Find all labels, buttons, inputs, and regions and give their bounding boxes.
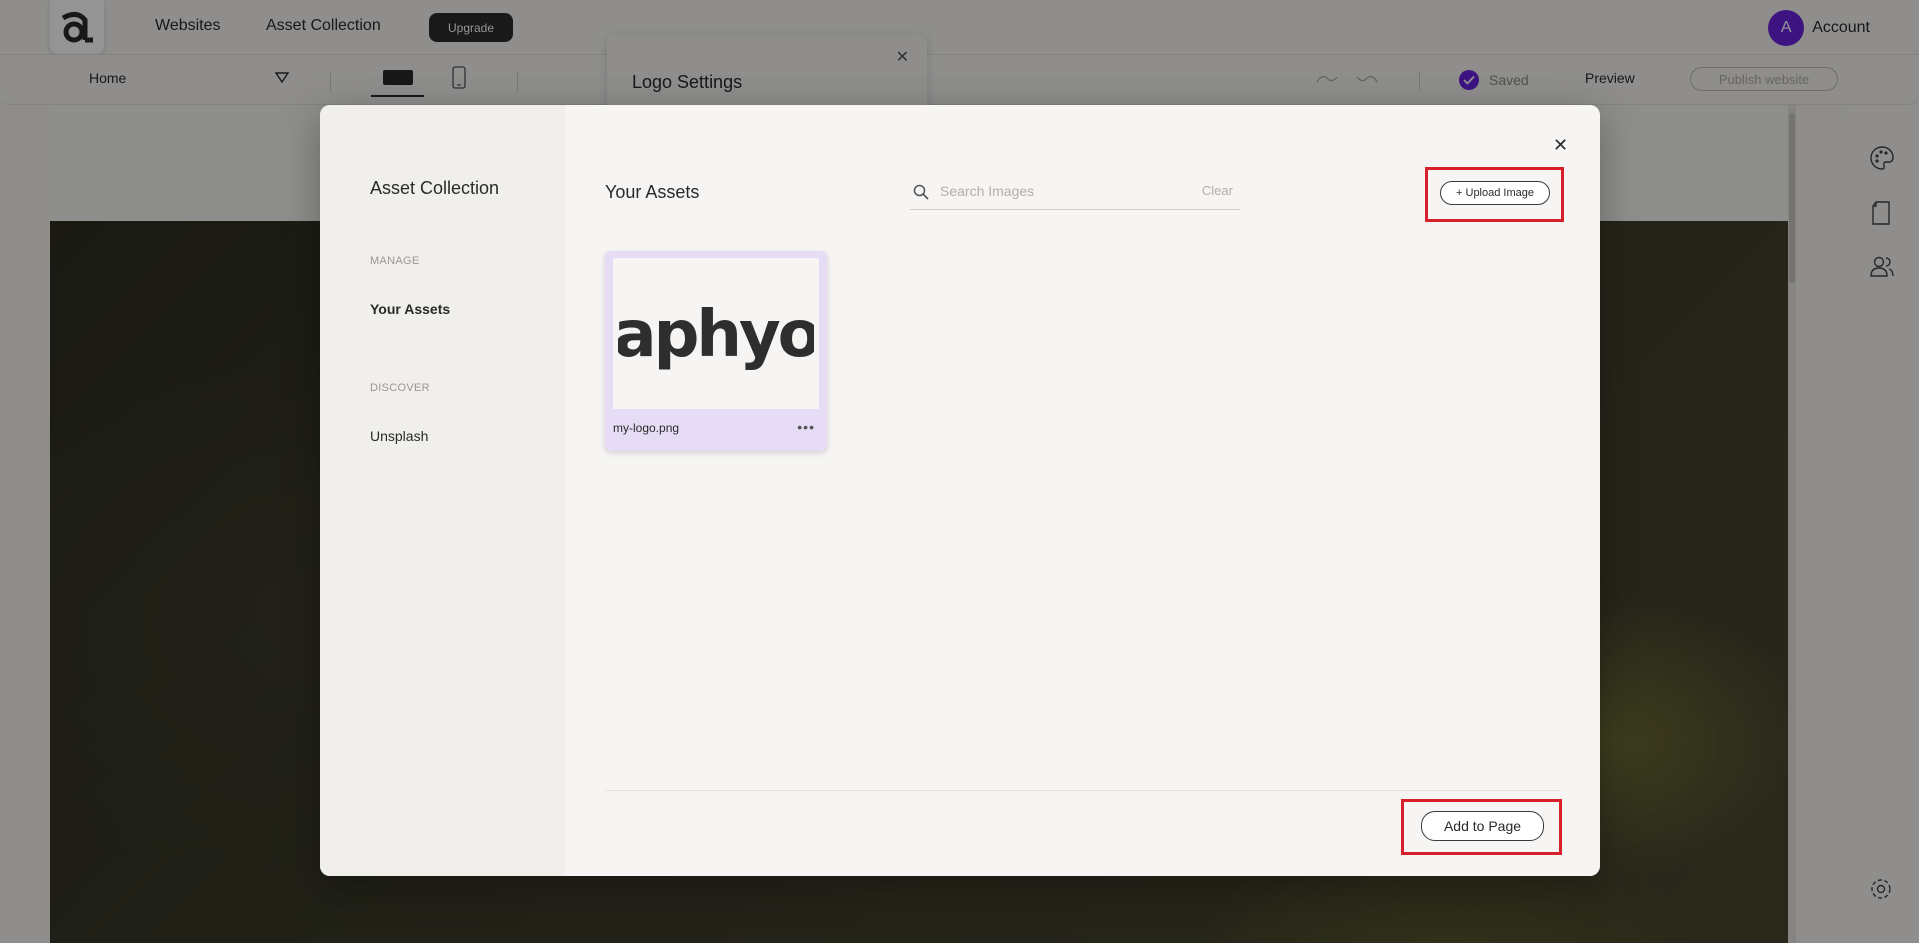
search-icon	[913, 184, 929, 200]
add-to-page-button[interactable]: Add to Page	[1421, 811, 1544, 841]
asset-filename: my-logo.png	[613, 421, 680, 435]
modal-close-icon[interactable]: ✕	[1553, 135, 1568, 156]
aphyo-logo-image: aphyo	[618, 298, 814, 372]
modal-sidebar: Asset Collection MANAGE Your Assets DISC…	[320, 105, 565, 876]
asset-preview-text: aphyo	[618, 298, 814, 372]
asset-card[interactable]: aphyo my-logo.png •••	[605, 251, 827, 451]
asset-collection-modal: Asset Collection MANAGE Your Assets DISC…	[320, 105, 1600, 876]
section-label-manage: MANAGE	[370, 255, 420, 267]
assets-title: Your Assets	[605, 182, 700, 202]
sidebar-item-your-assets[interactable]: Your Assets	[370, 301, 450, 317]
footer-divider	[605, 790, 1560, 791]
asset-thumbnail: aphyo	[613, 258, 819, 409]
sidebar-item-unsplash[interactable]: Unsplash	[370, 428, 428, 444]
upload-image-button[interactable]: + Upload Image	[1440, 181, 1550, 205]
search-bar: Clear	[910, 173, 1240, 210]
modal-sidebar-title: Asset Collection	[370, 178, 500, 198]
search-input[interactable]	[940, 178, 1180, 204]
more-options-icon[interactable]: •••	[797, 419, 815, 435]
clear-button[interactable]: Clear	[1202, 183, 1233, 198]
section-label-discover: DISCOVER	[370, 382, 430, 394]
